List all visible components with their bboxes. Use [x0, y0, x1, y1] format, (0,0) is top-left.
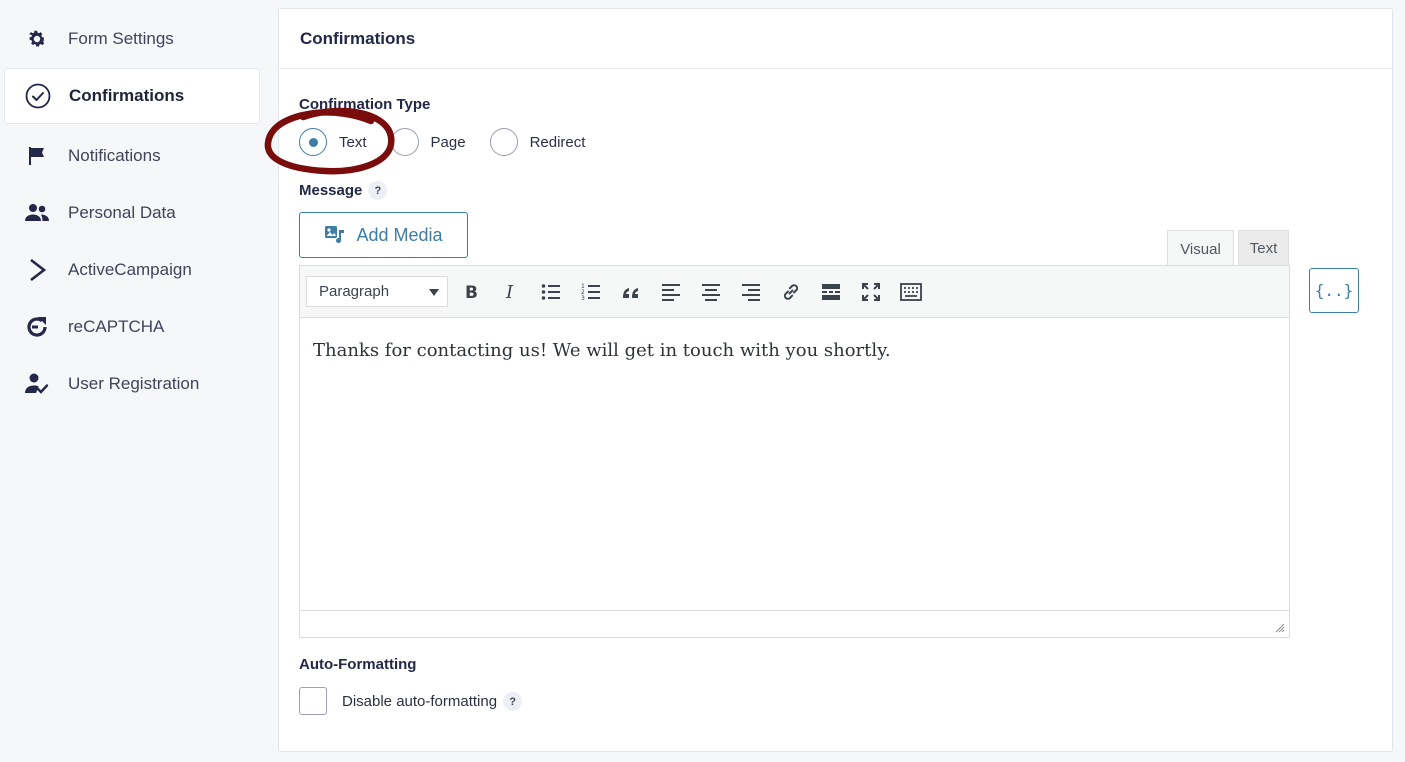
sidebar-item-confirmations[interactable]: Confirmations [4, 68, 260, 124]
sidebar-item-user-registration[interactable]: User Registration [4, 356, 260, 412]
editor-toolbar: Paragraph B I 123 [300, 266, 1289, 318]
align-right-icon[interactable] [738, 279, 764, 305]
media-icon [324, 224, 346, 246]
radio-circle[interactable] [489, 128, 518, 156]
checkbox-label: Disable auto-formatting [342, 693, 498, 710]
recaptcha-icon [24, 314, 50, 340]
radio-label: Page [430, 133, 466, 151]
format-select-value: Paragraph [319, 283, 390, 300]
sidebar-item-notifications[interactable]: Notifications [4, 128, 260, 184]
sidebar-item-personal-data[interactable]: Personal Data [4, 185, 260, 241]
settings-sidebar: Form Settings Confirmations Notification… [0, 0, 262, 762]
bullet-list-icon[interactable] [538, 279, 564, 305]
auto-formatting-label: Auto-Formatting [299, 656, 417, 673]
numbered-list-icon[interactable]: 123 [578, 279, 604, 305]
add-media-button[interactable]: Add Media [299, 212, 468, 258]
sidebar-item-form-settings[interactable]: Form Settings [4, 11, 260, 67]
sidebar-item-label: Notifications [68, 146, 161, 165]
tab-visual[interactable]: Visual [1167, 230, 1234, 267]
radio-redirect[interactable]: Redirect [489, 128, 586, 156]
chevron-down-icon [429, 289, 439, 296]
disable-auto-formatting-row: Disable auto-formatting ? [342, 692, 523, 711]
message-editor: Paragraph B I 123 Thanks for contacting … [299, 265, 1290, 638]
help-icon[interactable]: ? [368, 181, 388, 200]
resize-handle-icon[interactable] [1273, 621, 1285, 633]
user-check-icon [24, 371, 50, 397]
bold-icon[interactable]: B [458, 279, 484, 305]
format-select[interactable]: Paragraph [306, 276, 448, 307]
svg-text:B: B [465, 283, 478, 301]
link-icon[interactable] [778, 279, 804, 305]
sidebar-item-label: User Registration [68, 374, 200, 393]
align-left-icon[interactable] [658, 279, 684, 305]
panel-title: Confirmations [300, 29, 416, 48]
gear-icon [24, 26, 50, 52]
panel-header: Confirmations [279, 9, 1392, 69]
radio-label: Redirect [529, 133, 586, 151]
confirmations-panel: Confirmations Confirmation Type Text Pag… [264, 8, 1393, 752]
sidebar-item-label: Personal Data [68, 203, 176, 222]
editor-content[interactable]: Thanks for contacting us! We will get in… [313, 340, 891, 361]
fullscreen-icon[interactable] [858, 279, 884, 305]
add-media-label: Add Media [356, 224, 443, 245]
sidebar-item-label: ActiveCampaign [68, 260, 192, 279]
sidebar-item-activecampaign[interactable]: ActiveCampaign [4, 242, 260, 298]
users-icon [24, 200, 50, 226]
check-circle-icon [25, 83, 51, 109]
editor-statusbar [300, 610, 1289, 637]
message-label-row: Message ? [299, 181, 388, 200]
read-more-icon[interactable] [818, 279, 844, 305]
disable-auto-formatting-checkbox[interactable] [299, 687, 327, 715]
help-icon[interactable]: ? [503, 692, 523, 711]
svg-text:3: 3 [581, 295, 585, 301]
annotation-circle [264, 107, 395, 175]
sidebar-item-label: Confirmations [69, 86, 185, 105]
merge-tags-button[interactable]: {..} [1309, 268, 1359, 313]
blockquote-icon[interactable] [618, 279, 644, 305]
toolbar-toggle-icon[interactable] [898, 279, 924, 305]
flag-icon [24, 143, 50, 169]
tab-text[interactable]: Text [1238, 230, 1289, 266]
sidebar-item-label: Form Settings [68, 29, 174, 48]
sidebar-item-label: reCAPTCHA [68, 317, 165, 336]
radio-page[interactable]: Page [390, 128, 466, 156]
activecampaign-icon [24, 257, 50, 283]
italic-icon[interactable]: I [498, 279, 524, 305]
align-center-icon[interactable] [698, 279, 724, 305]
svg-text:I: I [505, 283, 514, 301]
sidebar-item-recaptcha[interactable]: reCAPTCHA [4, 299, 260, 355]
message-label: Message [299, 182, 363, 199]
